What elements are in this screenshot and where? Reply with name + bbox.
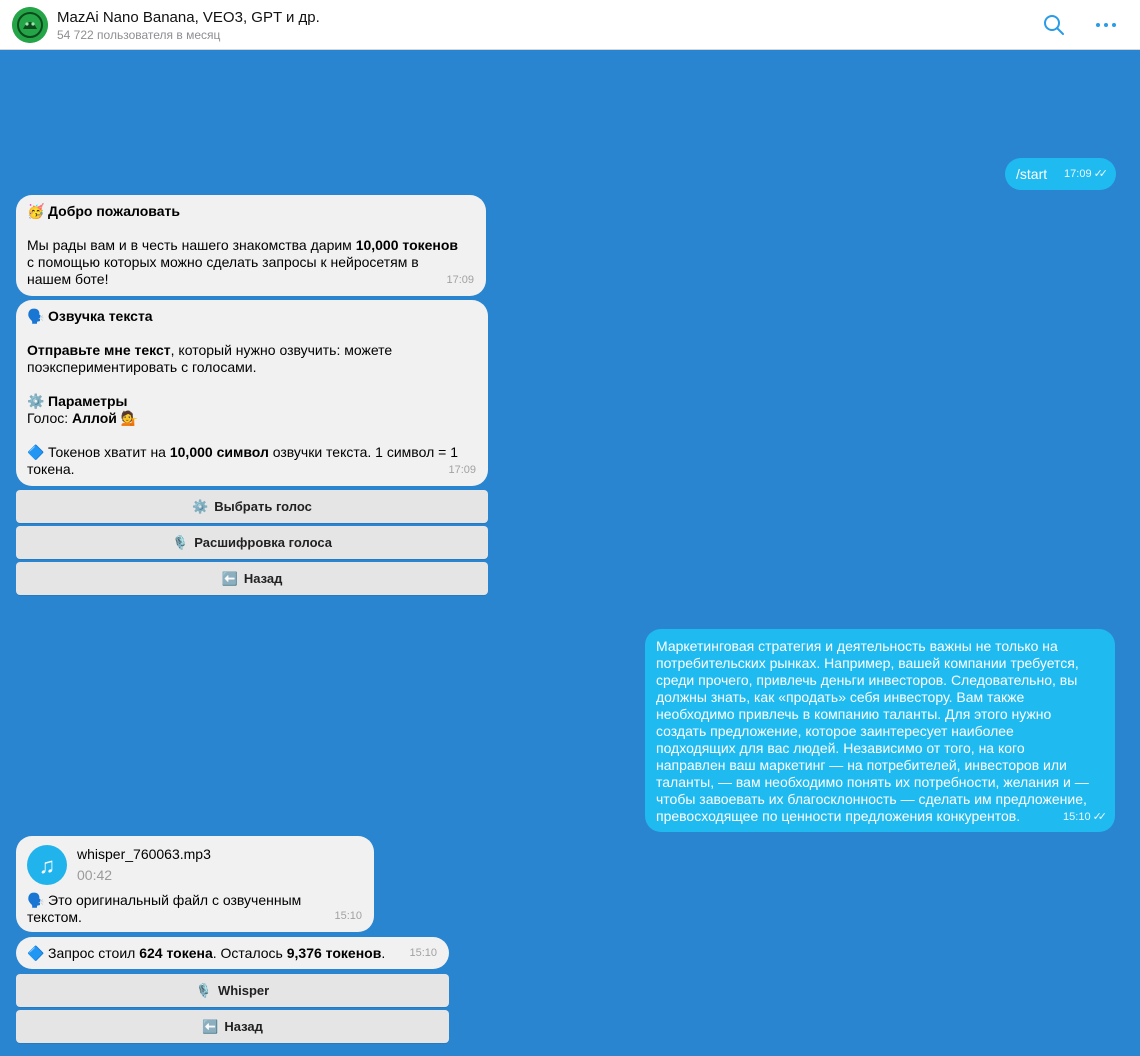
params-title: Параметры bbox=[48, 393, 128, 409]
button-label: Назад bbox=[224, 1019, 263, 1034]
button-label: Выбрать голос bbox=[214, 499, 312, 514]
message-text: Токенов хватит на bbox=[48, 444, 170, 460]
message-bold-text: 10,000 токенов bbox=[355, 237, 459, 253]
chat-title[interactable]: MazAi Nano Banana, VEO3, GPT и др. bbox=[57, 9, 320, 26]
microphone-icon: 🎙️ bbox=[172, 534, 189, 550]
message-time: 15:10 bbox=[334, 910, 362, 922]
message-line: направлен ваш маркетинг — на потребителе… bbox=[656, 757, 1067, 773]
speaking-head-icon: 🗣️ bbox=[27, 308, 45, 324]
choose-voice-button[interactable]: ⚙️ Выбрать голос bbox=[16, 490, 488, 523]
incoming-audio-message[interactable]: ♫ whisper_760063.mp3 00:42 🗣️ Это оригина… bbox=[16, 836, 374, 932]
outgoing-message-text[interactable]: Маркетинговая стратегия и деятельность в… bbox=[645, 629, 1115, 832]
blue-diamond-icon: 🔷 bbox=[27, 444, 45, 460]
message-line: таланты, — вам необходимо понять их потр… bbox=[656, 774, 1089, 790]
left-arrow-icon: ⬅️ bbox=[221, 570, 238, 586]
incoming-message-cost[interactable]: 🔷 Запрос стоил 624 токена. Осталось 9,376… bbox=[16, 937, 449, 969]
message-bold-text: 9,376 токенов bbox=[286, 945, 382, 961]
message-bold-text: Отправьте мне текст bbox=[27, 342, 171, 358]
message-title: Озвучка текста bbox=[48, 308, 153, 324]
bot-avatar[interactable] bbox=[12, 7, 48, 43]
blue-diamond-icon: 🔷 bbox=[27, 945, 45, 961]
message-text: токена. bbox=[27, 461, 75, 477]
message-title: Добро пожаловать bbox=[48, 203, 180, 219]
audio-duration: 00:42 bbox=[77, 867, 113, 883]
whisper-button[interactable]: 🎙️ Whisper bbox=[16, 974, 449, 1007]
message-text: текстом. bbox=[27, 909, 82, 925]
left-arrow-icon: ⬅️ bbox=[202, 1018, 219, 1034]
message-time: 15:10 bbox=[409, 947, 437, 959]
back-button[interactable]: ⬅️ Назад bbox=[16, 562, 488, 595]
message-text: , который нужно озвучить: можете bbox=[170, 342, 393, 358]
message-text: нашем боте! bbox=[27, 271, 109, 287]
message-bold-text: 624 токена bbox=[139, 945, 213, 961]
message-line: потребительских рынках. Например, вашей … bbox=[656, 655, 1079, 671]
message-text: Это оригинальный файл с озвученным bbox=[48, 892, 302, 908]
message-time: 17:09 ✓✓ bbox=[1064, 168, 1109, 180]
button-label: Whisper bbox=[217, 983, 270, 998]
message-line: чтобы завоевать их благосклонность — сде… bbox=[656, 791, 1087, 807]
message-line: должны знать, как «продать» себя инвесто… bbox=[656, 689, 1025, 705]
message-line: среди прочего, привлечь деньги инвесторо… bbox=[656, 672, 1078, 688]
gear-icon: ⚙️ bbox=[192, 498, 209, 514]
double-check-icon: ✓✓ bbox=[1093, 168, 1109, 180]
button-label: Расшифровка голоса bbox=[194, 535, 332, 550]
message-line: необходимо привлечь в компанию таланты. … bbox=[656, 706, 1052, 722]
message-line: превосходящее по ценности предложения ко… bbox=[656, 808, 1021, 824]
search-icon[interactable] bbox=[1042, 13, 1066, 37]
message-text: . bbox=[381, 945, 386, 961]
party-face-icon: 🥳 bbox=[27, 203, 45, 219]
back-button[interactable]: ⬅️ Назад bbox=[16, 1010, 449, 1043]
outgoing-message-start[interactable]: /start 17:09 ✓✓ bbox=[1005, 158, 1116, 190]
person-tipping-hand-icon: 💁 bbox=[120, 410, 139, 426]
microphone-icon: 🎙️ bbox=[195, 982, 212, 998]
message-text: поэкспериментировать с голосами. bbox=[27, 359, 257, 375]
message-text: с помощью которых можно сделать запросы … bbox=[27, 254, 419, 270]
member-count: 54 722 пользователя в месяц bbox=[57, 28, 221, 42]
double-check-icon: ✓✓ bbox=[1092, 811, 1108, 823]
message-text: Запрос стоил bbox=[48, 945, 140, 961]
audio-filename: whisper_760063.mp3 bbox=[77, 846, 211, 862]
message-text: /start bbox=[1016, 166, 1048, 182]
message-line: создать предложение, которое заинтересуе… bbox=[656, 723, 1014, 739]
incoming-message-tts[interactable]: 🗣️ Озвучка текста Отправьте мне текст, ко… bbox=[16, 300, 488, 486]
message-text: . Осталось bbox=[212, 945, 287, 961]
speaking-head-icon: 🗣️ bbox=[27, 892, 45, 908]
message-text: озвучки текста. 1 символ = 1 bbox=[268, 444, 458, 460]
message-bold-text: 10,000 символ bbox=[169, 444, 269, 460]
transcribe-voice-button[interactable]: 🎙️ Расшифровка голоса bbox=[16, 526, 488, 559]
chat-header: MazAi Nano Banana, VEO3, GPT и др. 54 72… bbox=[0, 0, 1140, 50]
message-line: подходящих для вас людей. Независимо от … bbox=[656, 740, 1025, 756]
message-time: 17:09 bbox=[446, 274, 474, 286]
incoming-message-welcome[interactable]: 🥳 Добро пожаловать Мы рады вам и в честь … bbox=[16, 195, 486, 296]
button-label: Назад bbox=[243, 571, 283, 586]
music-note-icon[interactable]: ♫ bbox=[27, 845, 67, 885]
gear-icon: ⚙️ bbox=[27, 393, 45, 409]
message-line: Маркетинговая стратегия и деятельность в… bbox=[656, 638, 1058, 654]
message-text: Мы рады вам и в честь нашего знакомства … bbox=[27, 237, 356, 253]
message-time: 15:10 ✓✓ bbox=[1063, 811, 1108, 823]
voice-value: Аллой bbox=[72, 410, 117, 426]
more-dots-icon[interactable] bbox=[1094, 13, 1118, 37]
message-time: 17:09 bbox=[448, 464, 476, 476]
voice-label: Голос: bbox=[27, 410, 73, 426]
